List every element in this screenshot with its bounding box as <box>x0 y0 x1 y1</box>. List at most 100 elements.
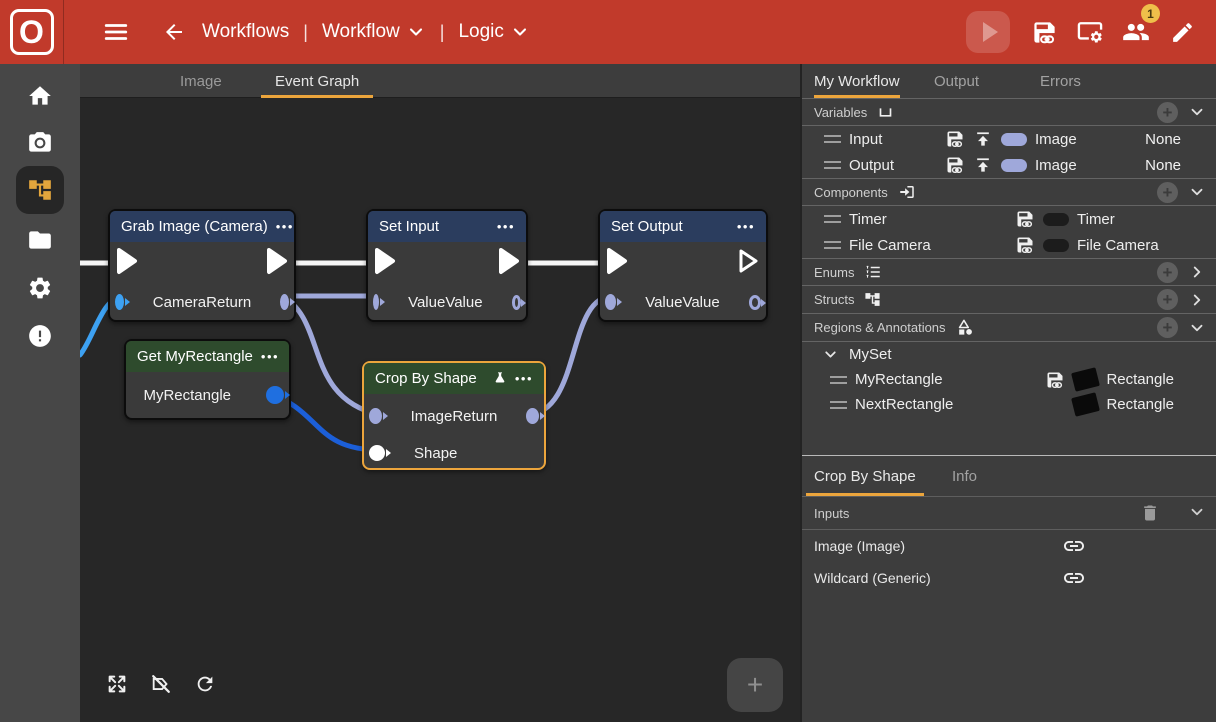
exec-in-pin[interactable] <box>373 247 397 279</box>
exec-in-pin[interactable] <box>605 247 629 279</box>
exec-in-pin[interactable] <box>115 247 139 279</box>
tab-output[interactable]: Output <box>934 64 979 98</box>
node-menu-icon[interactable]: ••• <box>276 219 294 234</box>
value-in-pin[interactable] <box>605 294 616 310</box>
users-button[interactable]: 1 <box>1116 12 1156 52</box>
drag-handle[interactable] <box>830 401 847 409</box>
sidebar-item-home[interactable] <box>0 74 80 118</box>
node-set-input[interactable]: Set Input ••• Value Value <box>366 209 528 322</box>
input-row[interactable]: Wildcard (Generic) <box>802 562 1216 594</box>
publish-icon[interactable] <box>973 129 993 149</box>
add-enum-button[interactable]: + <box>1157 262 1178 283</box>
collapse-variables-icon[interactable] <box>1188 103 1206 121</box>
collapse-components-icon[interactable] <box>1188 183 1206 201</box>
node-menu-icon[interactable]: ••• <box>515 371 533 386</box>
save-link-icon[interactable] <box>1015 235 1035 255</box>
drag-handle[interactable] <box>824 161 841 169</box>
drag-handle[interactable] <box>824 135 841 143</box>
save-link-button[interactable] <box>1024 12 1064 52</box>
variable-name: Output <box>849 157 937 174</box>
expand-structs-icon[interactable] <box>1188 291 1206 309</box>
section-regions: Regions & Annotations + <box>802 314 1216 342</box>
exec-out-pin[interactable] <box>265 247 289 279</box>
variable-value[interactable]: None <box>1145 157 1181 174</box>
pin-label: Value <box>445 294 482 311</box>
exec-out-pin[interactable] <box>497 247 521 279</box>
sidebar-item-workflows[interactable] <box>0 168 80 212</box>
display-settings-button[interactable] <box>1070 12 1110 52</box>
variable-value[interactable]: None <box>1145 131 1181 148</box>
variable-row[interactable]: Input Image None <box>802 126 1216 152</box>
region-row[interactable]: NextRectangle Rectangle <box>802 392 1216 417</box>
collapse-group-icon[interactable] <box>822 346 839 363</box>
menu-icon[interactable] <box>96 12 136 52</box>
tab-errors[interactable]: Errors <box>1040 64 1081 98</box>
component-row[interactable]: File Camera File Camera <box>802 232 1216 258</box>
collapse-inputs-icon[interactable] <box>1188 503 1206 524</box>
tab-crop-by-shape[interactable]: Crop By Shape <box>814 456 916 496</box>
add-variable-button[interactable]: + <box>1157 102 1178 123</box>
edit-button[interactable] <box>1162 12 1202 52</box>
workflow-dropdown[interactable]: Workflow <box>322 21 426 43</box>
sidebar-item-settings[interactable] <box>0 266 80 310</box>
node-grab-image[interactable]: Grab Image (Camera) ••• Camera Return <box>108 209 296 322</box>
node-get-myrectangle[interactable]: Get MyRectangle ••• MyRectangle <box>124 339 291 420</box>
logic-dropdown[interactable]: Logic <box>458 21 529 43</box>
save-link-icon[interactable] <box>945 129 965 149</box>
run-button[interactable] <box>966 11 1010 53</box>
drag-handle[interactable] <box>830 376 847 384</box>
refresh-icon[interactable] <box>192 671 218 697</box>
camera-in-pin[interactable] <box>115 294 124 310</box>
node-set-output[interactable]: Set Output ••• Value Value <box>598 209 768 322</box>
save-link-icon[interactable] <box>1015 209 1035 229</box>
save-link-icon[interactable] <box>1045 370 1065 390</box>
node-menu-icon[interactable]: ••• <box>261 349 279 364</box>
variable-row[interactable]: Output Image None <box>802 152 1216 178</box>
collapse-regions-icon[interactable] <box>1188 319 1206 337</box>
value-in-pin[interactable] <box>373 294 379 310</box>
exec-out-pin[interactable] <box>737 247 761 279</box>
node-title: Get MyRectangle <box>137 348 253 365</box>
delete-icon[interactable] <box>1140 503 1160 523</box>
rectangle-out-pin[interactable] <box>266 386 284 404</box>
add-region-button[interactable]: + <box>1157 317 1178 338</box>
sidebar-item-alerts[interactable] <box>0 314 80 358</box>
region-row[interactable]: MyRectangle Rectangle <box>802 367 1216 392</box>
event-graph-canvas[interactable]: Grab Image (Camera) ••• Camera Return Se <box>80 99 800 722</box>
return-out-pin[interactable] <box>280 294 289 310</box>
expand-enums-icon[interactable] <box>1188 263 1206 281</box>
back-icon[interactable] <box>154 12 194 52</box>
breadcrumb-workflows[interactable]: Workflows <box>202 21 289 43</box>
publish-icon[interactable] <box>973 155 993 175</box>
label-off-icon[interactable] <box>148 671 174 697</box>
drag-handle[interactable] <box>824 215 841 223</box>
region-group-row[interactable]: MySet <box>802 342 1216 367</box>
save-link-icon[interactable] <box>945 155 965 175</box>
add-component-button[interactable]: + <box>1157 182 1178 203</box>
tab-info[interactable]: Info <box>952 456 977 496</box>
add-node-button[interactable]: + <box>727 658 783 712</box>
app-logo[interactable]: O <box>0 0 64 64</box>
node-menu-icon[interactable]: ••• <box>497 219 515 234</box>
link-icon[interactable] <box>1062 534 1086 558</box>
tab-image[interactable]: Image <box>180 64 222 98</box>
return-out-pin[interactable] <box>526 408 539 424</box>
image-in-pin[interactable] <box>369 408 382 424</box>
node-menu-icon[interactable]: ••• <box>737 219 755 234</box>
sidebar-item-files[interactable] <box>0 218 80 262</box>
fit-view-icon[interactable] <box>104 671 130 697</box>
value-out-pin[interactable] <box>512 295 521 310</box>
node-crop-by-shape[interactable]: Crop By Shape ••• Image Return Shape <box>362 361 546 470</box>
input-row[interactable]: Image (Image) <box>802 530 1216 562</box>
pin-label: Value <box>682 294 719 311</box>
add-struct-button[interactable]: + <box>1157 289 1178 310</box>
tab-event-graph[interactable]: Event Graph <box>275 64 359 98</box>
link-icon[interactable] <box>1062 566 1086 590</box>
component-row[interactable]: Timer Timer <box>802 206 1216 232</box>
tab-my-workflow[interactable]: My Workflow <box>814 64 900 98</box>
sidebar-item-camera[interactable] <box>0 121 80 165</box>
shape-in-pin[interactable] <box>369 445 385 461</box>
value-out-pin[interactable] <box>749 295 761 310</box>
component-name: Timer <box>849 211 1007 228</box>
drag-handle[interactable] <box>824 241 841 249</box>
